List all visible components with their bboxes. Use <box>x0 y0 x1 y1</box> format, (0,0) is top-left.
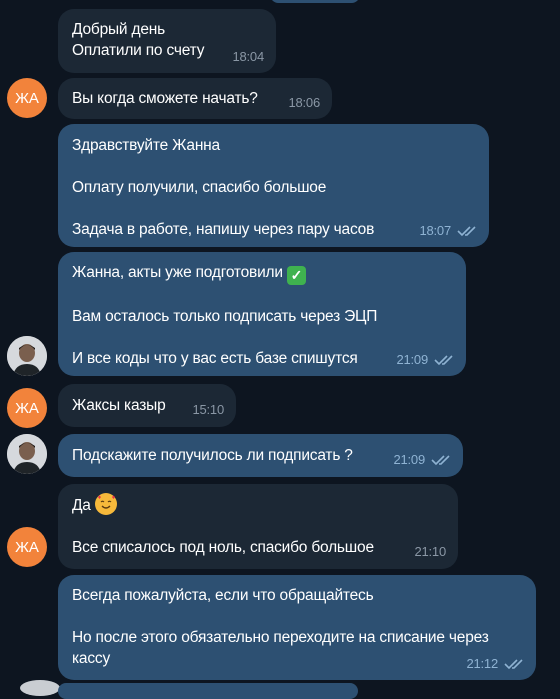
avatar[interactable]: ЖА <box>7 388 47 428</box>
message-incoming[interactable]: Да Все списалось под ноль, спасибо больш… <box>58 484 458 569</box>
message-text: кассу <box>72 650 110 667</box>
avatar[interactable]: ЖА <box>7 78 47 118</box>
check-mark-button-icon: ✓ <box>286 266 306 285</box>
double-check-icon <box>434 354 456 366</box>
message-incoming[interactable]: Вы когда сможете начать? 18:06 <box>58 78 332 119</box>
message-text: Но после этого обязательно переходите на… <box>72 629 489 646</box>
person-photo-icon <box>7 336 47 376</box>
message-time: 21:10 <box>414 544 446 559</box>
avatar[interactable] <box>7 434 47 474</box>
double-check-icon <box>431 454 453 466</box>
double-check-icon <box>504 658 526 670</box>
message-text: Все списалось под ноль, спасибо большое <box>72 539 374 556</box>
message-outgoing[interactable]: Подскажите получилось ли подписать ? 21:… <box>58 434 463 477</box>
message-incoming[interactable]: Добрый день Оплатили по счету 18:04 <box>58 9 276 73</box>
message-text: Да <box>72 493 444 516</box>
message-text: Всегда пожалуйста, если что обращайтесь <box>72 587 374 604</box>
message-time: 21:12 <box>466 656 498 671</box>
message-time: 21:09 <box>396 352 428 367</box>
message-outgoing[interactable]: Здравствуйте Жанна Оплату получили, спас… <box>58 124 489 247</box>
message-text: Подскажите получилось ли подписать ? <box>72 447 353 464</box>
avatar[interactable]: ЖА <box>7 527 47 567</box>
message-time: 18:06 <box>288 95 320 110</box>
avatar[interactable] <box>7 336 47 376</box>
smiling-face-with-hearts-icon <box>94 493 117 515</box>
message-text: Жанна, акты уже подготовили ✓ <box>72 262 452 285</box>
message-text: Оплату получили, спасибо большое <box>72 179 327 196</box>
message-text: Здравствуйте Жанна <box>72 137 220 154</box>
message-outgoing[interactable]: Всегда пожалуйста, если что обращайтесь … <box>58 575 536 680</box>
message-text: Добрый день <box>72 21 165 38</box>
message-outgoing[interactable]: Жанна, акты уже подготовили ✓ Вам осталос… <box>58 252 466 376</box>
next-message-fragment <box>58 683 358 699</box>
message-text: Вам осталось только подписать через ЭЦП <box>72 308 378 325</box>
message-time: 18:07 <box>419 223 451 238</box>
next-message-fragment <box>20 680 60 696</box>
previous-message-fragment <box>270 0 360 3</box>
message-time: 15:10 <box>192 402 224 417</box>
message-text: Задача в работе, напишу через пару часов <box>72 221 375 238</box>
person-photo-icon <box>7 434 47 474</box>
double-check-icon <box>457 225 479 237</box>
message-incoming[interactable]: Жаксы казыр 15:10 <box>58 384 236 427</box>
message-time: 21:09 <box>393 452 425 467</box>
message-text: И все коды что у вас есть базе спишутся <box>72 350 358 367</box>
message-text: Вы когда сможете начать? <box>72 90 258 107</box>
message-time: 18:04 <box>232 49 264 64</box>
